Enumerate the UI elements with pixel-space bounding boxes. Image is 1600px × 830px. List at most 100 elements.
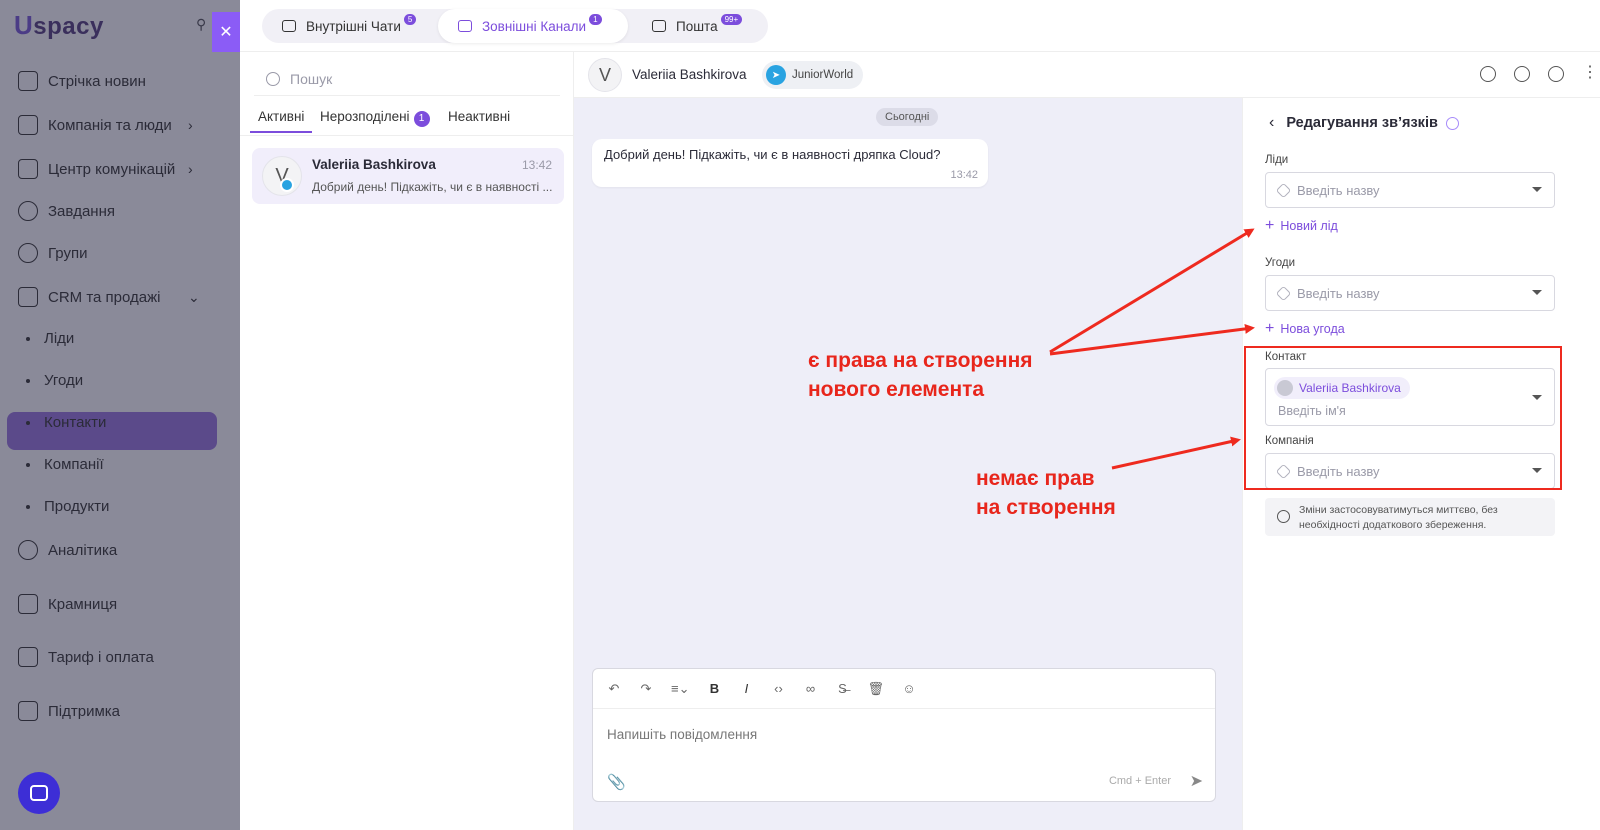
channel-tabs: Внутрішні Чати 5 Зовнішні Канали 1 Пошта 99… [262,9,768,43]
tab-badge: 5 [403,13,417,25]
attach-icon[interactable]: 📎 [607,773,626,791]
redo-icon[interactable]: ↷ [639,681,653,697]
sidebar-item-label: Крамниця [48,595,118,613]
sidebar-subitem-leads[interactable]: Ліди [26,330,74,347]
sidebar-item-crm[interactable]: CRM та продажі ⌄ [18,285,200,309]
sidebar-item-label: Центр комунікацій [48,160,176,178]
count-badge: 1 [413,111,430,127]
link-icon [1275,285,1292,301]
annotation-line: нового елемента [808,378,985,401]
sidebar-item-label: Ліди [44,330,75,347]
search-icon[interactable] [1548,66,1564,82]
sidebar-subitem-companies[interactable]: Компанії [26,456,104,473]
sidebar-item-label: Компанії [44,456,104,473]
sidebar-item-tasks[interactable]: Завдання [18,199,115,223]
leads-select[interactable]: Введіть назву [1265,172,1555,208]
tab-unassigned[interactable]: Нерозподілені 1 [320,109,430,127]
search-icon [266,71,280,86]
logo-text: spacy [33,13,104,40]
link-icon[interactable]: ∞ [803,681,817,696]
chat-contact-name[interactable]: Valeriia Bashkirova [632,67,747,82]
undo-icon[interactable]: ↶ [607,681,621,697]
code-icon[interactable]: ‹› [771,681,785,696]
sidebar-item-analytics[interactable]: Аналітика [18,538,117,562]
chat-icon [282,20,296,32]
sidebar-item-groups[interactable]: Групи [18,241,87,265]
check-circle-icon[interactable] [1480,66,1496,82]
app-logo[interactable]: Uspacy [14,10,104,41]
support-chat-button[interactable] [18,772,60,814]
sidebar-item-label: Стрічка новин [48,72,146,90]
plus-icon: + [1265,217,1275,234]
italic-icon[interactable]: I [739,681,753,696]
editor-toolbar: ↶ ↷ ≡⌄ B I ‹› ∞ S̶ 🗑 ☺ [593,669,1215,709]
message-composer: ↶ ↷ ≡⌄ B I ‹› ∞ S̶ 🗑 ☺ Напишіть повідомл… [592,668,1216,802]
sidebar-item-store[interactable]: Крамниця [18,592,117,616]
sidebar-item-news[interactable]: Стрічка новин [18,69,146,93]
message-input[interactable]: Напишіть повідомлення [607,727,757,742]
notice-text: Зміни застосовуватимуться миттєво, без н… [1299,504,1498,531]
dropdown-arrow-icon [1532,290,1542,295]
filter-icon[interactable] [1514,66,1530,82]
deals-select[interactable]: Введіть назву [1265,275,1555,311]
message-time: 13:42 [950,169,978,181]
annotation-highlight-box [1244,346,1562,490]
close-panel-button[interactable]: ✕ [212,12,240,52]
tab-label: Зовнішні Канали [482,18,587,34]
tab-internal-chats[interactable]: Внутрішні Чати 5 [278,9,438,43]
align-icon[interactable]: ≡⌄ [671,681,689,697]
sidebar-subitem-deals[interactable]: Угоди [26,372,83,389]
sidebar-subitem-contacts[interactable]: Контакти [26,414,106,431]
bullet-icon [26,378,30,383]
annotation-line: є права на створення [808,349,1033,372]
avatar: V [588,58,622,92]
annotation-line: немає прав [976,467,1095,490]
tab-inactive[interactable]: Неактивні [448,109,510,124]
sidebar-item-billing[interactable]: Тариф і оплата [18,645,154,669]
sidebar-item-label: Контакти [44,414,107,431]
sidebar-item-support[interactable]: Підтримка [18,699,120,723]
tab-badge: 99+ [720,13,743,25]
sidebar-item-label: Компанія та люди [48,116,172,134]
strikethrough-icon[interactable]: S̶ [835,681,849,696]
sidebar-item-company[interactable]: Компанія та люди › [18,113,193,137]
more-icon[interactable]: ⋮ [1582,65,1598,82]
conversation-item[interactable]: V Valeriia Bashkirova 13:42 Добрий день!… [252,148,564,204]
tab-mail[interactable]: Пошта 99+ [652,9,762,43]
pin-icon[interactable]: ⚲ [196,16,208,32]
home-icon [18,71,38,91]
field-placeholder: Введіть назву [1297,285,1380,301]
tab-external-channels[interactable]: Зовнішні Канали 1 [438,9,628,43]
sidebar-item-label: Тариф і оплата [48,648,154,666]
channel-chip: ➤ JuniorWorld [762,61,864,89]
conversation-preview: Добрий день! Підкажіть, чи є в наявності… [312,180,553,194]
new-deal-button[interactable]: + Нова угода [1265,320,1345,338]
leads-label: Ліди [1265,154,1289,166]
sidebar-subitem-products[interactable]: Продукти [26,498,109,515]
annotation-has-rights: є права на створення нового елемента [808,346,1033,404]
link-icon [1275,182,1292,198]
bold-icon[interactable]: B [707,681,721,696]
search-input[interactable]: Пошук [254,62,560,96]
sidebar-item-label: CRM та продажі [48,288,161,306]
field-placeholder: Введіть назву [1297,182,1380,198]
chat-header: V Valeriia Bashkirova ➤ JuniorWorld ⋮ [574,52,1600,98]
send-icon[interactable]: ➤ [1190,771,1203,791]
new-lead-button[interactable]: + Новий лід [1265,217,1338,235]
date-badge: Сьогодні [876,108,939,126]
logo-prefix: U [14,10,34,40]
sidebar-item-label: Завдання [48,202,115,220]
back-icon[interactable]: ‹ [1269,114,1274,132]
tab-active[interactable]: Активні [250,109,313,133]
chevron-right-icon: › [188,117,193,133]
help-icon[interactable] [1445,116,1459,130]
trash-icon[interactable]: 🗑 [867,681,884,697]
conversation-time: 13:42 [521,158,552,172]
chat-header-actions: ⋮ [1480,65,1598,82]
bullet-icon [26,420,30,425]
sidebar-item-label: Групи [48,244,88,262]
emoji-icon[interactable]: ☺ [902,681,916,696]
deals-label: Угоди [1265,257,1296,269]
main-sidebar: Uspacy ⚲ Стрічка новин Компанія та люди ›… [0,0,240,830]
sidebar-item-communications[interactable]: Центр комунікацій › [18,157,193,181]
